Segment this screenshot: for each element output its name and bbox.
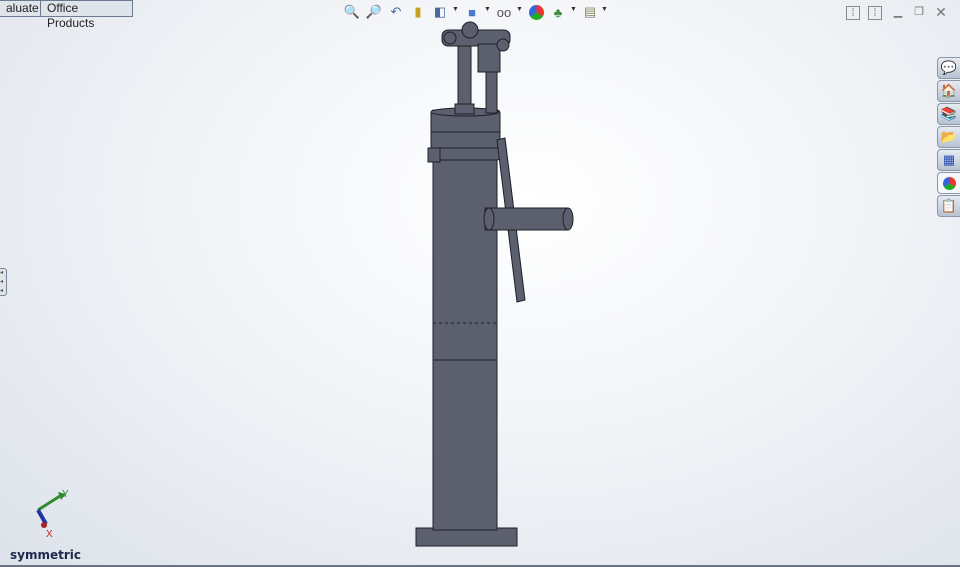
clamp (427, 147, 441, 163)
pump-model (415, 21, 574, 547)
triad-y-label: Y (62, 489, 69, 500)
pump-cap (430, 109, 501, 161)
graphics-area[interactable]: Y X (0, 0, 960, 567)
head-bracket (477, 43, 501, 73)
pump-base (415, 527, 518, 547)
view-orientation-label: symmetric (10, 548, 81, 562)
pump-rod (457, 44, 472, 111)
triad-x-label: X (46, 529, 53, 540)
pump-column (432, 149, 498, 531)
spout (484, 207, 569, 231)
